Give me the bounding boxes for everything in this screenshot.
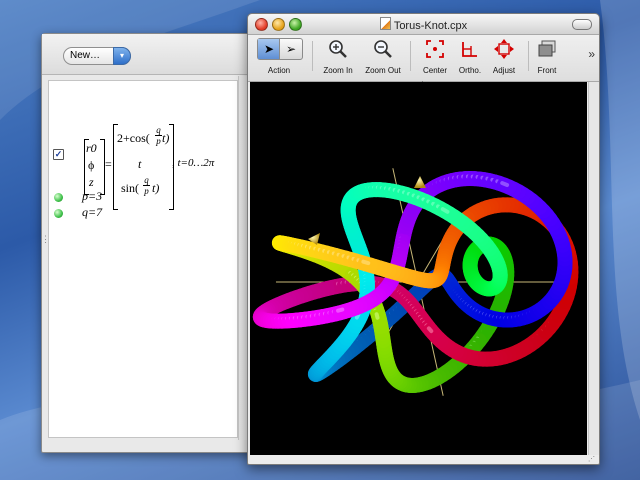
tool-label-front: Front: [537, 66, 557, 75]
pointer-outline-icon: ➢: [286, 42, 297, 56]
zoom-in-tool[interactable]: Zoom In: [323, 38, 353, 75]
knot-highlight: [426, 326, 434, 334]
zoom-in-icon: [329, 40, 347, 58]
popup-arrows-icon: ▾: [113, 47, 131, 65]
document-icon: [379, 17, 391, 30]
z-axis-arrow-icon: [414, 176, 426, 188]
component-top-suffix: t): [162, 131, 170, 145]
param-q[interactable]: q=7: [82, 205, 102, 220]
ortho-tool[interactable]: Ortho.: [459, 38, 481, 75]
bottom-fraction-den: p: [143, 185, 150, 196]
viewport-scrollbar[interactable]: [588, 82, 599, 455]
top-fraction: q p: [155, 125, 162, 146]
component-middle: t: [138, 157, 142, 171]
knot-highlight: [500, 181, 510, 188]
ortho-icon: [462, 42, 477, 57]
splitter-grip-icon[interactable]: ⋮: [41, 234, 50, 245]
center-icon: [426, 40, 444, 58]
param-p-indicator-icon[interactable]: [54, 193, 63, 202]
new-popup-label: New…: [70, 50, 101, 61]
window-title: Torus-Knot.cpx: [248, 17, 599, 32]
top-fraction-num: q: [156, 125, 161, 135]
front-icon: [538, 40, 556, 57]
front-tool[interactable]: Front: [536, 38, 558, 75]
component-bottom-suffix: t): [152, 181, 160, 195]
param-p[interactable]: p=3: [82, 189, 102, 204]
parameter-range: , t=0…2π: [172, 157, 215, 169]
plot-viewport[interactable]: [250, 82, 587, 455]
action-segmented-control[interactable]: ➤ ➢: [257, 38, 303, 60]
adjust-icon: [494, 39, 514, 59]
math-sheet[interactable]: ✓ r0 ϕ z = 2+cos( q p t) t sin( q p t) ,…: [48, 80, 238, 438]
knot-highlight: [361, 259, 371, 266]
component-bottom-prefix: sin(: [121, 181, 139, 195]
center-tool[interactable]: Center: [423, 38, 447, 75]
toolbar-overflow-button[interactable]: »: [588, 47, 595, 61]
window-title-text: Torus-Knot.cpx: [393, 20, 468, 32]
vector-r0: r0: [86, 141, 97, 155]
toolbar-toggle-button[interactable]: [572, 19, 592, 30]
zoom-out-icon: [374, 40, 392, 58]
document-toolbar: New… ▾: [42, 34, 256, 75]
adjust-tool[interactable]: Adjust: [493, 38, 515, 75]
title-bar[interactable]: Torus-Knot.cpx: [248, 14, 599, 35]
document-window: New… ▾ ✓ r0 ϕ z = 2+cos( q p t) t sin( q…: [41, 33, 257, 453]
zoom-out-tool[interactable]: Zoom Out: [365, 38, 401, 75]
new-popup-button[interactable]: New… ▾: [63, 47, 131, 65]
equals-sign: =: [105, 157, 112, 171]
pointer-arrow-icon: ➤: [264, 42, 275, 56]
bottom-fraction-num: q: [144, 175, 149, 185]
resize-grip-icon[interactable]: ⋰: [588, 455, 598, 463]
checkbox-check-icon: ✓: [54, 149, 63, 159]
knot-highlight: [336, 307, 345, 313]
plot-window: Torus-Knot.cpx ➤ ➢ Action Zoom In Zoom O…: [247, 13, 600, 465]
param-q-indicator-icon[interactable]: [54, 209, 63, 218]
vector-phi: ϕ: [88, 158, 95, 172]
component-top-prefix: 2+cos(: [117, 131, 150, 145]
plot-toolbar: ➤ ➢ Action Zoom In Zoom Out Center Ortho…: [248, 35, 599, 87]
equation-checkbox[interactable]: ✓: [53, 149, 64, 160]
knot-highlight: [440, 207, 450, 214]
vector-z: z: [89, 175, 94, 189]
knot-highlight: [374, 312, 380, 320]
torus-knot-surface: [252, 171, 579, 393]
bottom-fraction: q p: [143, 175, 150, 196]
top-fraction-den: p: [155, 135, 162, 146]
